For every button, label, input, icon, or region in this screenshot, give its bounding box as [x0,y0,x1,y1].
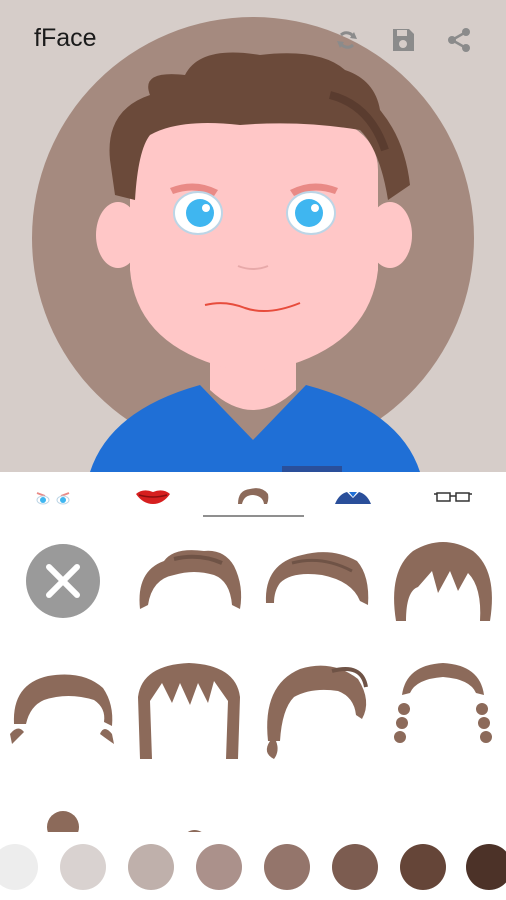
hair-side-ponytail-icon [266,665,368,759]
hair-option-quiff[interactable] [134,526,244,636]
avatar-preview: fFace [0,0,506,472]
hair-option-braids[interactable] [388,654,498,764]
share-button[interactable] [441,22,477,58]
tab-hair[interactable] [203,472,303,520]
refresh-button[interactable] [329,22,365,58]
color-swatch[interactable] [332,844,378,890]
hair-option-side-swept[interactable] [262,526,372,636]
hair-curly-top-icon [187,830,202,832]
tab-eyes[interactable] [3,472,103,520]
color-swatch[interactable] [128,844,174,890]
tab-mouth[interactable] [103,472,203,520]
lips-icon [136,490,170,504]
hair-option-none[interactable] [8,526,118,636]
save-icon [393,29,414,51]
save-button[interactable] [385,22,421,58]
hair-long-bangs-icon [138,663,240,759]
hair-side-swept-icon [265,552,369,605]
color-swatch[interactable] [60,844,106,890]
refresh-icon [337,31,357,49]
hair-quiff-icon [139,550,242,609]
tab-indicator [203,515,304,517]
hair-bob-bangs-icon [394,542,492,621]
hair-option-rounded[interactable] [388,782,498,832]
color-swatch[interactable] [400,844,446,890]
hair-option-curly-short[interactable] [8,654,118,764]
tab-glasses[interactable] [403,472,503,520]
hair-curly-short-icon [10,674,114,744]
color-swatch[interactable] [264,844,310,890]
hair-bun-icon [47,811,79,832]
eyes-icon [36,492,70,505]
category-tabs [0,472,506,520]
app-title: fFace [34,24,97,52]
color-swatch[interactable] [466,844,506,890]
color-swatch[interactable] [0,844,38,890]
hair-rounded-icon [388,807,498,832]
hair-icon [238,488,269,504]
share-icon [448,28,470,52]
shirt-icon [335,492,371,504]
hair-option-pigtails[interactable] [262,782,372,832]
glasses-icon [434,492,472,502]
hair-option-side-ponytail[interactable] [262,654,372,764]
hair-braids-icon [394,663,492,743]
app-bar: fFace [0,0,506,80]
remove-icon [26,544,100,618]
hair-pigtails-icon [262,807,372,832]
tab-clothes[interactable] [303,472,403,520]
hair-color-swatches [0,832,506,900]
hair-option-bun[interactable] [8,782,118,832]
hair-option-curly-top[interactable] [134,782,244,832]
hair-option-long-bangs[interactable] [134,654,244,764]
hair-option-bob-bangs[interactable] [388,526,498,636]
hair-options-grid [0,520,506,832]
color-swatch[interactable] [196,844,242,890]
avatar-face [130,105,378,370]
